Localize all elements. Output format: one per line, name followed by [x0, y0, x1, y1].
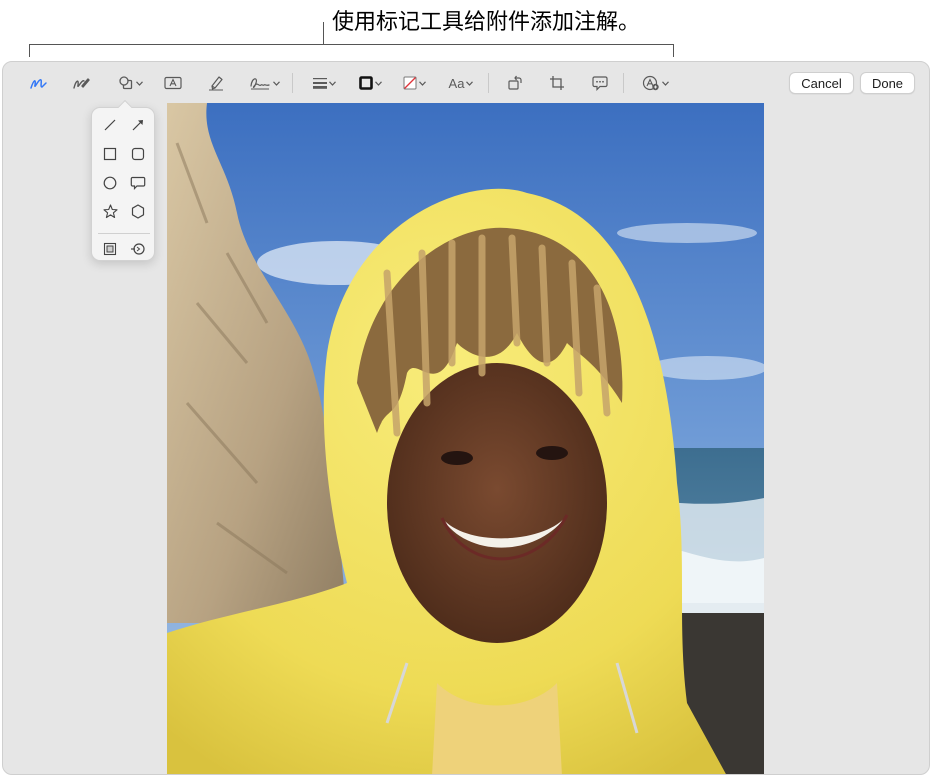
speech-bubble-icon: [592, 75, 608, 91]
text-style-button[interactable]: Aa: [444, 71, 478, 95]
markup-toolbar: Aa Cancel Done: [3, 62, 929, 104]
callout-leader-line: [323, 22, 324, 44]
shapes-button[interactable]: [113, 71, 147, 95]
fill-color-button[interactable]: [397, 71, 431, 95]
callout-bracket-right: [673, 44, 674, 57]
border-color-button[interactable]: [353, 71, 387, 95]
markup-window: Aa Cancel Done: [2, 61, 930, 775]
mask-shape-button[interactable]: [96, 238, 124, 264]
line-weight-icon: [312, 77, 327, 89]
shape-style-button[interactable]: [307, 71, 341, 95]
toolbar-divider: [292, 73, 293, 93]
shapes-icon: [118, 75, 134, 91]
shapes-popover: [91, 99, 155, 264]
chevron-down-icon: [661, 80, 669, 86]
line-shape-button[interactable]: [96, 114, 124, 140]
chevron-down-icon: [272, 80, 280, 86]
highlight-button[interactable]: [204, 71, 228, 95]
callout-caption: 使用标记工具给附件添加注解。: [332, 10, 641, 35]
loupe-icon: [130, 242, 146, 261]
rounded-square-shape-button[interactable]: [124, 143, 152, 169]
square-shape-button[interactable]: [96, 143, 124, 169]
callout-bracket: [29, 44, 674, 45]
rotate-icon: [507, 75, 523, 91]
attachment-photo[interactable]: [167, 103, 764, 774]
chevron-down-icon: [418, 80, 426, 86]
crop-icon: [549, 75, 565, 91]
arrow-icon: [131, 118, 145, 137]
chevron-down-icon: [466, 80, 474, 86]
description-button[interactable]: [588, 71, 612, 95]
speech-bubble-shape-icon: [130, 176, 146, 195]
draw-button[interactable]: [69, 71, 93, 95]
cancel-button[interactable]: Cancel: [789, 72, 854, 94]
done-button[interactable]: Done: [860, 72, 915, 94]
hexagon-icon: [131, 204, 145, 224]
chevron-down-icon: [328, 80, 336, 86]
highlighter-icon: [207, 75, 225, 91]
circle-icon: [103, 176, 117, 195]
star-icon: [102, 204, 118, 224]
draw-pen-icon: [72, 75, 90, 91]
sketch-pen-icon: [30, 75, 48, 91]
toolbar-divider: [488, 73, 489, 93]
fill-color-icon: [403, 76, 417, 90]
border-color-icon: [358, 76, 373, 90]
chevron-down-icon: [135, 80, 143, 86]
rotate-button[interactable]: [503, 71, 527, 95]
portrait-illustration: [167, 103, 764, 774]
signature-icon: [249, 75, 271, 91]
text-button[interactable]: [161, 71, 185, 95]
sign-button[interactable]: [246, 71, 282, 95]
chevron-down-icon: [374, 80, 382, 86]
star-shape-button[interactable]: [96, 201, 124, 227]
toolbar-divider: [623, 73, 624, 93]
text-style-icon: Aa: [448, 75, 465, 91]
crop-button[interactable]: [545, 71, 569, 95]
loupe-shape-button[interactable]: [124, 238, 152, 264]
hexagon-shape-button[interactable]: [124, 201, 152, 227]
square-icon: [103, 147, 117, 166]
arrow-shape-button[interactable]: [124, 114, 152, 140]
more-tools-icon: [642, 75, 660, 91]
popover-divider: [98, 233, 150, 234]
mask-icon: [103, 242, 117, 261]
more-tools-button[interactable]: [637, 71, 673, 95]
line-icon: [103, 118, 117, 137]
sketch-button[interactable]: [27, 71, 51, 95]
rounded-square-icon: [131, 147, 145, 166]
callout-bracket-left: [29, 44, 30, 57]
text-box-icon: [164, 76, 182, 90]
circle-shape-button[interactable]: [96, 172, 124, 198]
speech-bubble-shape-button[interactable]: [124, 172, 152, 198]
